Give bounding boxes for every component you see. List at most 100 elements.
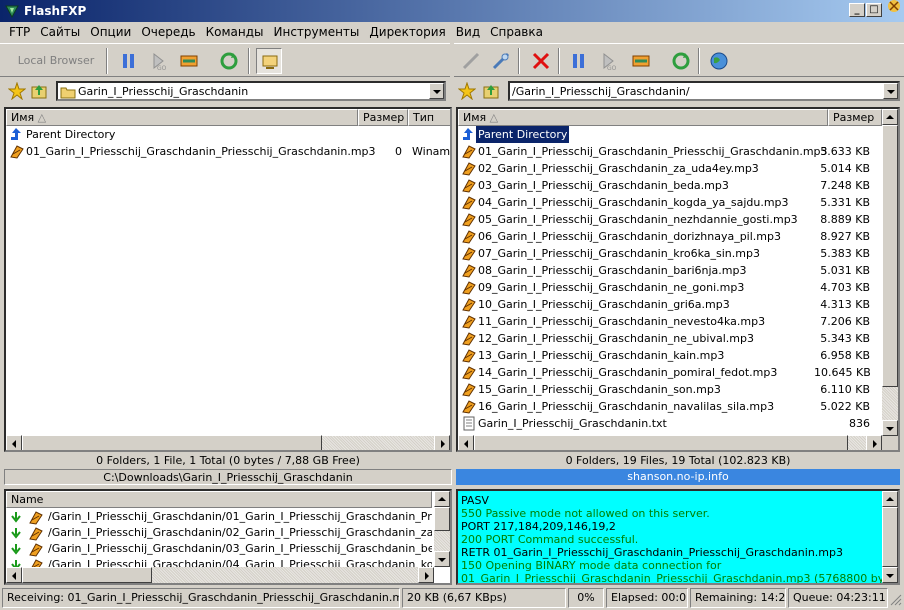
right-path-dropdown-button[interactable]	[883, 83, 898, 99]
file-row[interactable]: 05_Garin_I_Priesschij_Graschdanin_nezhda…	[458, 211, 882, 228]
scroll-left-button[interactable]	[6, 435, 22, 450]
left-horizontal-scrollbar[interactable]	[6, 435, 450, 450]
queue-transfer-button[interactable]	[628, 48, 654, 74]
file-size: 6.958 KB	[820, 349, 870, 362]
maximize-button[interactable]: □	[866, 3, 882, 17]
scroll-up-button[interactable]	[882, 491, 898, 507]
scroll-thumb[interactable]	[474, 435, 848, 450]
scroll-right-button[interactable]	[866, 435, 882, 450]
file-row[interactable]: 12_Garin_I_Priesschij_Graschdanin_ne_ubi…	[458, 330, 882, 347]
menu-view[interactable]: Вид	[451, 22, 485, 39]
file-row[interactable]: 08_Garin_I_Priesschij_Graschdanin_bari6n…	[458, 262, 882, 279]
queue-horizontal-scrollbar[interactable]	[6, 567, 434, 583]
scroll-right-button[interactable]	[418, 567, 434, 583]
file-row[interactable]: 16_Garin_I_Priesschij_Graschdanin_navali…	[458, 398, 882, 415]
right-vertical-scrollbar[interactable]	[882, 109, 898, 436]
menu-help[interactable]: Справка	[485, 22, 548, 39]
arrow-up-icon	[886, 115, 894, 119]
column-header-size[interactable]: Размер	[358, 109, 408, 126]
disconnect-button[interactable]	[488, 48, 514, 74]
queue-item[interactable]: /Garin_I_Priesschij_Graschdanin/02_Garin…	[6, 525, 432, 541]
mp3-file-icon	[462, 332, 476, 346]
scroll-up-button[interactable]	[882, 109, 898, 125]
local-browser-button[interactable]: Local Browser	[12, 49, 100, 73]
refresh-transfer-button[interactable]	[176, 48, 202, 74]
menu-directory[interactable]: Директория	[364, 22, 450, 39]
right-horizontal-scrollbar[interactable]	[458, 435, 882, 450]
queue-vertical-scrollbar[interactable]	[434, 491, 450, 567]
file-row[interactable]: 07_Garin_I_Priesschij_Graschdanin_kro6ka…	[458, 245, 882, 262]
menu-commands[interactable]: Команды	[201, 22, 269, 39]
scroll-thumb[interactable]	[434, 507, 450, 531]
file-row[interactable]: 15_Garin_I_Priesschij_Graschdanin_son.mp…	[458, 381, 882, 398]
right-file-list[interactable]: Имя △ Размер Parent Directory 01_Garin_I_…	[456, 107, 900, 452]
file-row[interactable]: 14_Garin_I_Priesschij_Graschdanin_pomira…	[458, 364, 882, 381]
status-speed: 20 KB (6,67 KBps)	[402, 588, 566, 608]
scroll-thumb[interactable]	[22, 567, 152, 583]
scroll-down-button[interactable]	[434, 551, 450, 567]
scroll-thumb[interactable]	[882, 507, 898, 567]
menu-options[interactable]: Опции	[85, 22, 136, 39]
parent-directory-row[interactable]: Parent Directory	[6, 126, 450, 143]
file-row[interactable]: 09_Garin_I_Priesschij_Graschdanin_ne_gon…	[458, 279, 882, 296]
session-log[interactable]: PASV 550 Passive mode not allowed on this…	[456, 489, 900, 585]
file-row[interactable]: 11_Garin_I_Priesschij_Graschdanin_nevest…	[458, 313, 882, 330]
transfer-queue[interactable]: Name /Garin_I_Priesschij_Graschdanin/01_…	[4, 489, 452, 585]
file-row[interactable]: 01_Garin_I_Priesschij_Graschdanin_Priess…	[6, 143, 450, 160]
queue-item[interactable]: /Garin_I_Priesschij_Graschdanin/03_Garin…	[6, 541, 432, 557]
close-button[interactable]	[884, 0, 904, 16]
scroll-down-button[interactable]	[882, 567, 898, 583]
resize-grip-icon[interactable]	[888, 592, 902, 606]
abort-button[interactable]	[528, 48, 554, 74]
scroll-right-button[interactable]	[434, 435, 450, 450]
scroll-up-button[interactable]	[434, 491, 450, 507]
transfer-button-right[interactable]: GO	[596, 48, 622, 74]
file-row[interactable]: 06_Garin_I_Priesschij_Graschdanin_dorizh…	[458, 228, 882, 245]
queue-item[interactable]: /Garin_I_Priesschij_Graschdanin/01_Garin…	[6, 509, 432, 525]
transfer-button[interactable]: GO	[146, 48, 172, 74]
favorites-star-icon[interactable]	[458, 82, 476, 100]
pause-button-right[interactable]	[566, 48, 592, 74]
log-vertical-scrollbar[interactable]	[882, 491, 898, 583]
refresh-button[interactable]	[216, 48, 242, 74]
file-row[interactable]: 04_Garin_I_Priesschij_Graschdanin_kogda_…	[458, 194, 882, 211]
scroll-thumb[interactable]	[882, 125, 898, 387]
refresh-button-right[interactable]	[668, 48, 694, 74]
file-size: 5.633 KB	[820, 145, 870, 158]
minimize-button[interactable]: _	[849, 3, 865, 17]
connect-button[interactable]	[458, 48, 484, 74]
menu-tools[interactable]: Инструменты	[269, 22, 365, 39]
site-manager-button[interactable]	[706, 48, 732, 74]
favorites-star-icon[interactable]	[8, 82, 26, 100]
pause-button[interactable]	[116, 48, 142, 74]
file-row[interactable]: 10_Garin_I_Priesschij_Graschdanin_gri6a.…	[458, 296, 882, 313]
file-row[interactable]: Garin_I_Priesschij_Graschdanin.txt 836	[458, 415, 882, 432]
file-row[interactable]: 13_Garin_I_Priesschij_Graschdanin_kain.m…	[458, 347, 882, 364]
column-header-type[interactable]: Тип	[408, 109, 450, 126]
column-header-size[interactable]: Размер	[828, 109, 882, 126]
left-file-list[interactable]: Имя △ Размер Тип Parent Directory 01_Gar…	[4, 107, 452, 452]
up-folder-icon[interactable]	[482, 82, 500, 100]
title-bar[interactable]: FlashFXP _ □	[0, 0, 904, 22]
file-row[interactable]: 03_Garin_I_Priesschij_Graschdanin_beda.m…	[458, 177, 882, 194]
scroll-left-button[interactable]	[6, 567, 22, 583]
scroll-down-button[interactable]	[882, 420, 898, 436]
parent-directory-row[interactable]: Parent Directory	[458, 126, 882, 143]
file-row[interactable]: 02_Garin_I_Priesschij_Graschdanin_za_uda…	[458, 160, 882, 177]
file-name: 12_Garin_I_Priesschij_Graschdanin_ne_ubi…	[478, 332, 754, 345]
file-row[interactable]: 01_Garin_I_Priesschij_Graschdanin_Priess…	[458, 143, 882, 160]
right-path-combo[interactable]: /Garin_I_Priesschij_Graschdanin/	[508, 81, 900, 101]
menu-ftp[interactable]: FTP	[4, 22, 35, 39]
local-drives-button[interactable]	[256, 48, 282, 74]
up-folder-icon[interactable]	[30, 82, 48, 100]
queue-column-label: Name	[11, 493, 44, 506]
left-path-dropdown-button[interactable]	[429, 83, 444, 99]
scroll-thumb[interactable]	[22, 435, 322, 450]
queue-column-header-name[interactable]: Name	[6, 491, 432, 508]
menu-queue[interactable]: Очередь	[136, 22, 200, 39]
menu-sites[interactable]: Сайты	[35, 22, 85, 39]
column-header-name[interactable]: Имя △	[458, 109, 828, 126]
left-path-combo[interactable]: Garin_I_Priesschij_Graschdanin	[56, 81, 446, 101]
scroll-left-button[interactable]	[458, 435, 474, 450]
column-header-name[interactable]: Имя △	[6, 109, 358, 126]
